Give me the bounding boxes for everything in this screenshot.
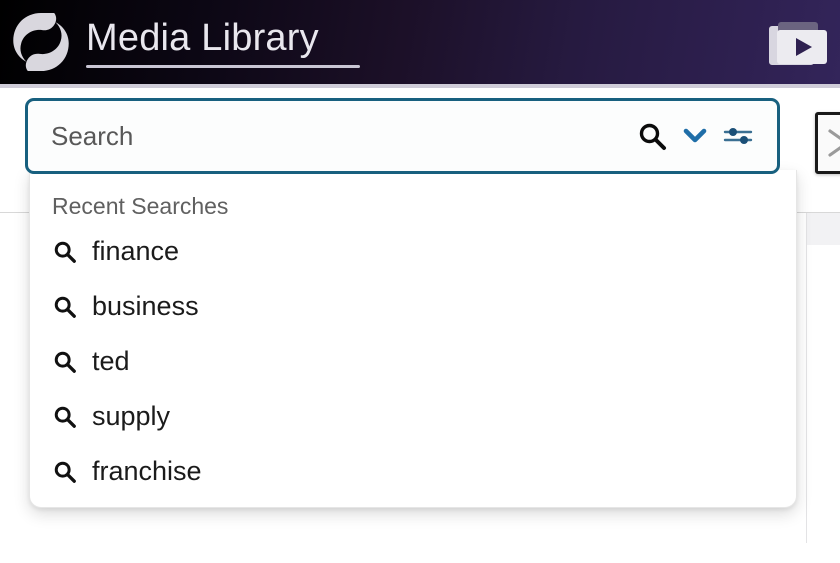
search-tools [637,121,777,151]
list-item-label: supply [92,401,171,432]
expand-search-button[interactable] [683,127,707,145]
search-input[interactable] [28,101,637,171]
spiral-swirl-logo-icon [8,9,74,75]
background-panel-right [806,213,840,245]
list-item[interactable]: franchise [30,444,796,499]
recent-searches-dropdown: Recent Searches finance business ted sup… [29,170,797,508]
list-item[interactable]: supply [30,389,796,444]
background-divider-right [806,213,807,543]
page-title: Media Library [86,16,319,59]
list-item-label: finance [92,236,180,267]
search-bar[interactable] [25,98,780,174]
next-arrow-button[interactable] [815,112,840,174]
chevron-right-icon [826,128,840,158]
app-header: Media Library [0,0,840,84]
list-item-label: ted [92,346,130,377]
list-item-label: franchise [92,456,202,487]
search-submit-button[interactable] [637,121,667,151]
list-item-label: business [92,291,199,322]
filter-sliders-icon [723,124,753,148]
search-icon [52,239,78,265]
search-icon [52,349,78,375]
brand-title-wrap: Media Library [86,17,360,68]
media-folder-play-icon[interactable] [768,16,828,68]
search-icon [637,121,667,151]
search-icon [52,459,78,485]
brand: Media Library [8,9,360,75]
list-item[interactable]: ted [30,334,796,389]
search-icon [52,294,78,320]
filter-settings-button[interactable] [723,124,753,148]
list-item[interactable]: finance [30,224,796,279]
recent-searches-list: finance business ted supply franchise [30,224,796,499]
search-icon [52,404,78,430]
chevron-down-icon [683,127,707,145]
app-root: Media Library Search Recent Searches fin… [0,0,840,563]
title-underline [86,64,360,68]
list-item[interactable]: business [30,279,796,334]
recent-searches-heading: Recent Searches [52,193,229,219]
header-right [768,16,828,68]
